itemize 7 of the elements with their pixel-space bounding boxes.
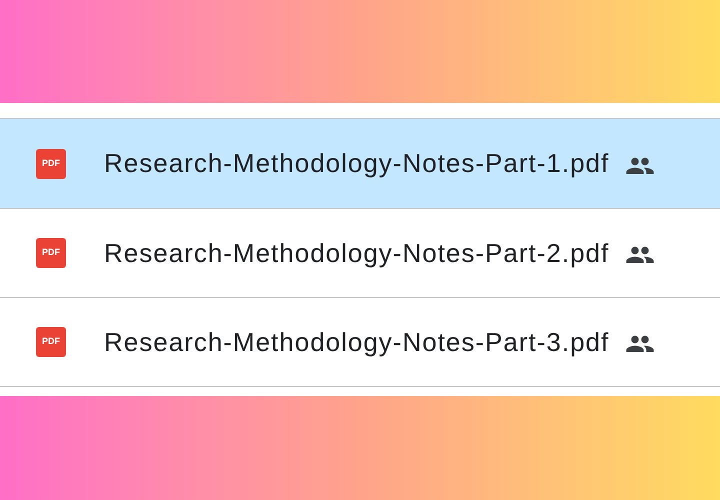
file-row[interactable]: PDF Research-Methodology-Notes-Part-1.pdf	[0, 119, 720, 208]
pdf-icon: PDF	[36, 327, 66, 357]
file-name: Research-Methodology-Notes-Part-2.pdf	[104, 236, 610, 270]
pdf-icon: PDF	[36, 148, 66, 178]
pdf-icon: PDF	[36, 238, 66, 268]
file-name: Research-Methodology-Notes-Part-3.pdf	[104, 326, 610, 358]
file-name: Research-Methodology-Notes-Part-1.pdf	[104, 147, 610, 180]
